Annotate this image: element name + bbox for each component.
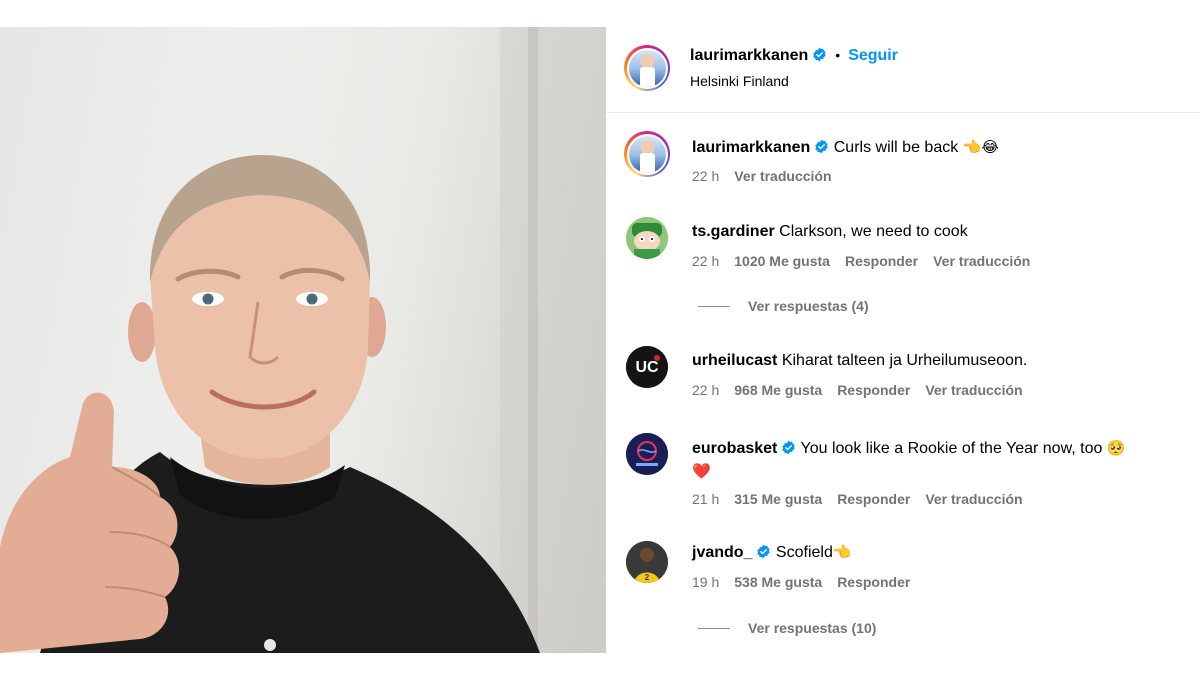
comment-username[interactable]: urheilucast — [692, 352, 777, 369]
svg-text:2: 2 — [645, 573, 650, 582]
heart-emoji: ❤️ — [692, 462, 711, 480]
caption-avatar-image — [628, 135, 666, 173]
comment-meta: 21 h 315 Me gusta Responder Ver traducción — [692, 491, 1038, 507]
post-header: laurimarkkanen • Seguir Helsinki Finland — [606, 27, 1200, 113]
verified-badge-icon — [815, 139, 828, 154]
comment-avatar[interactable]: 2 — [626, 541, 668, 583]
view-replies-label: Ver respuestas (10) — [748, 620, 877, 636]
reply-button[interactable]: Responder — [837, 491, 910, 507]
comment-item: UC urheilucast Kiharat talteen ja Urheil… — [606, 342, 1200, 412]
comment-body: ts.gardiner Clarkson, we need to cook — [692, 221, 1188, 243]
comment-item: ts.gardiner Clarkson, we need to cook 22… — [606, 213, 1200, 323]
caption-translate-button[interactable]: Ver traducción — [734, 168, 831, 184]
comment-username[interactable]: eurobasket — [692, 440, 777, 457]
caption-time[interactable]: 22 h — [692, 168, 719, 184]
caption-body: laurimarkkanen Curls will be back 👈😂 — [692, 136, 1188, 159]
cartoon-avatar-icon — [626, 217, 668, 259]
comment-avatar[interactable]: UC — [626, 346, 668, 388]
comment-time[interactable]: 22 h — [692, 382, 719, 398]
caption: laurimarkkanen Curls will be back 👈😂 22 … — [606, 127, 1200, 197]
comment-likes[interactable]: 1020 Me gusta — [734, 253, 830, 269]
verified-badge-icon — [757, 544, 771, 559]
comment-item: eurobasket You look like a Rookie of the… — [606, 429, 1200, 529]
author-username[interactable]: laurimarkkanen — [690, 47, 808, 64]
eurobasket-logo-icon — [626, 433, 668, 475]
view-replies-button[interactable]: Ver respuestas (4) — [698, 298, 869, 314]
comment-text: Clarkson, we need to cook — [779, 223, 968, 240]
replies-line — [698, 306, 730, 307]
post-photo[interactable] — [0, 27, 606, 653]
comments-panel: laurimarkkanen • Seguir Helsinki Finland l… — [606, 27, 1200, 653]
view-replies-button[interactable]: Ver respuestas (10) — [698, 620, 876, 636]
comment-username[interactable]: jvando_ — [692, 544, 752, 561]
translate-button[interactable]: Ver traducción — [933, 253, 1030, 269]
comment-text: You look like a Rookie of the Year now, … — [800, 440, 1103, 457]
view-replies-label: Ver respuestas (4) — [748, 298, 869, 314]
comment-likes[interactable]: 315 Me gusta — [734, 491, 822, 507]
caption-username[interactable]: laurimarkkanen — [692, 139, 810, 156]
comment-emoji: 👈 — [832, 543, 852, 561]
comment-time[interactable]: 19 h — [692, 574, 719, 590]
comment-avatar[interactable] — [626, 433, 668, 475]
replies-line — [698, 628, 730, 629]
comment-time[interactable]: 21 h — [692, 491, 719, 507]
comment-text: Kiharat talteen ja Urheilumuseoon. — [781, 352, 1028, 369]
caption-avatar[interactable] — [624, 131, 670, 177]
comment-avatar[interactable] — [626, 217, 668, 259]
separator-dot: • — [835, 47, 841, 63]
reply-button[interactable]: Responder — [837, 574, 910, 590]
comment-item: 2 jvando_ Scofield👈 19 h 538 Me gusta Resp… — [606, 537, 1200, 653]
comment-body: jvando_ Scofield👈 — [692, 541, 1188, 564]
translate-button[interactable]: Ver traducción — [925, 382, 1022, 398]
comment-likes[interactable]: 538 Me gusta — [734, 574, 822, 590]
comment-time[interactable]: 22 h — [692, 253, 719, 269]
comment-username[interactable]: ts.gardiner — [692, 223, 775, 240]
translate-button[interactable]: Ver traducción — [925, 491, 1022, 507]
post-location[interactable]: Helsinki Finland — [690, 73, 789, 89]
comment-emoji: 🥺 — [1106, 439, 1126, 457]
verified-badge-icon — [782, 440, 796, 455]
author-avatar[interactable] — [624, 45, 670, 91]
reply-button[interactable]: Responder — [845, 253, 918, 269]
reply-button[interactable]: Responder — [837, 382, 910, 398]
verified-badge-icon — [813, 47, 826, 62]
caption-text: Curls will be back — [833, 139, 959, 156]
selfie-image — [0, 27, 606, 653]
comment-body: urheilucast Kiharat talteen ja Urheilumu… — [692, 350, 1188, 372]
caption-meta: 22 h Ver traducción — [692, 168, 847, 184]
comment-likes[interactable]: 968 Me gusta — [734, 382, 822, 398]
comment-meta: 19 h 538 Me gusta Responder — [692, 574, 925, 590]
follow-button[interactable]: Seguir — [848, 47, 898, 64]
comment-meta: 22 h 968 Me gusta Responder Ver traducción — [692, 382, 1038, 398]
comment-body: eurobasket You look like a Rookie of the… — [692, 437, 1188, 483]
comment-meta: 22 h 1020 Me gusta Responder Ver traducción — [692, 253, 1045, 269]
caption-emoji: 👈😂 — [962, 138, 999, 156]
player-avatar-icon: 2 — [626, 541, 668, 583]
svg-text:UC: UC — [635, 359, 659, 376]
comment-text: Scofield — [775, 544, 833, 561]
author-avatar-image — [628, 49, 666, 87]
urheilucast-logo-icon: UC — [626, 346, 668, 388]
